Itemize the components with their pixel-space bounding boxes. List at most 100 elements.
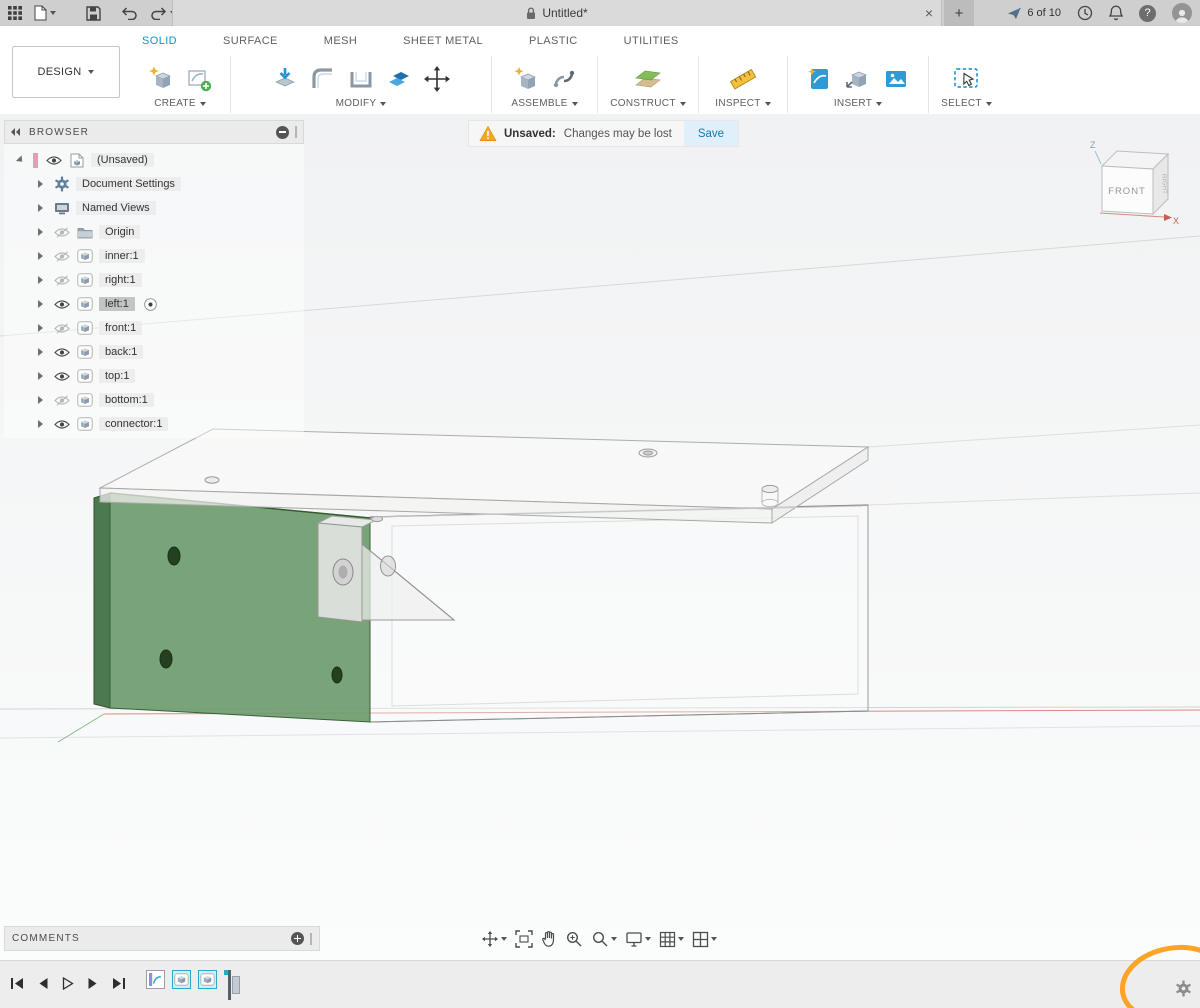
visibility-eye-off-icon[interactable]: [53, 395, 71, 406]
browser-item-label[interactable]: connector:1: [99, 417, 168, 431]
avatar[interactable]: [1172, 3, 1192, 23]
expand-caret-icon[interactable]: [38, 420, 43, 428]
workspace-switcher[interactable]: DESIGN: [12, 46, 120, 98]
insert-derive-icon[interactable]: [844, 65, 872, 93]
create-sketch-icon[interactable]: [185, 65, 213, 93]
assemble-dropdown[interactable]: ASSEMBLE: [511, 98, 577, 109]
app-grid-icon[interactable]: [8, 6, 22, 20]
visibility-eye-off-icon[interactable]: [53, 251, 71, 262]
expand-caret-icon[interactable]: [38, 396, 43, 404]
browser-item-named-views[interactable]: Named Views: [4, 196, 304, 220]
browser-item-right[interactable]: right:1: [4, 268, 304, 292]
zoom-tool[interactable]: [565, 930, 583, 948]
browser-item-top[interactable]: top:1: [4, 364, 304, 388]
visibility-eye-icon[interactable]: [53, 347, 71, 358]
expand-caret-icon[interactable]: [38, 276, 43, 284]
expand-caret-icon[interactable]: [38, 324, 43, 332]
comments-panel[interactable]: COMMENTS: [4, 926, 320, 951]
grid-settings-tool[interactable]: [659, 931, 684, 948]
combine-icon[interactable]: [385, 65, 413, 93]
insert-canvas-icon[interactable]: [882, 65, 910, 93]
browser-item-label[interactable]: bottom:1: [99, 393, 154, 407]
help-icon[interactable]: ?: [1139, 5, 1156, 22]
construct-plane-icon[interactable]: [633, 65, 663, 93]
new-component-icon[interactable]: [147, 65, 175, 93]
tab-surface[interactable]: SURFACE: [223, 35, 278, 47]
save-icon[interactable]: [86, 6, 101, 21]
tab-plastic[interactable]: PLASTIC: [529, 35, 578, 47]
inspect-dropdown[interactable]: INSPECT: [715, 98, 770, 109]
step-back-icon[interactable]: [37, 977, 49, 990]
activate-component-radio[interactable]: [143, 297, 158, 312]
browser-item-document-settings[interactable]: Document Settings: [4, 172, 304, 196]
select-dropdown[interactable]: SELECT: [941, 98, 992, 109]
joint-icon[interactable]: [550, 65, 578, 93]
assemble-new-component-icon[interactable]: [512, 65, 540, 93]
browser-item-inner[interactable]: inner:1: [4, 244, 304, 268]
visibility-eye-icon[interactable]: [53, 371, 71, 382]
expand-caret-icon[interactable]: [38, 300, 43, 308]
job-status[interactable]: 6 of 10: [1007, 7, 1061, 20]
expand-caret-icon[interactable]: [38, 372, 43, 380]
timeline-feature-component-1[interactable]: [172, 970, 191, 989]
browser-item-label[interactable]: inner:1: [99, 249, 145, 263]
browser-item-label[interactable]: (Unsaved): [91, 153, 154, 167]
browser-item-label[interactable]: top:1: [99, 369, 135, 383]
modify-dropdown[interactable]: MODIFY: [336, 98, 387, 109]
select-icon[interactable]: [952, 65, 982, 93]
measure-icon[interactable]: [728, 65, 758, 93]
visibility-eye-icon[interactable]: [53, 299, 71, 310]
view-cube[interactable]: Z FRONT RIGHT X: [1084, 136, 1184, 231]
expand-caret-icon[interactable]: [38, 204, 43, 212]
expand-caret-icon[interactable]: [38, 228, 43, 236]
comments-scrollbar[interactable]: [310, 933, 312, 945]
close-tab-icon[interactable]: ×: [925, 0, 933, 26]
browser-item-label[interactable]: front:1: [99, 321, 142, 335]
browser-item-label[interactable]: Document Settings: [76, 177, 181, 191]
timeline-feature-sketch[interactable]: [146, 970, 165, 989]
fit-view-tool[interactable]: [515, 930, 533, 948]
browser-item-left[interactable]: left:1: [4, 292, 304, 316]
browser-scrollbar[interactable]: [295, 126, 297, 138]
zoom-window-tool[interactable]: [591, 930, 617, 948]
tab-utilities[interactable]: UTILITIES: [624, 35, 679, 47]
pan-tool[interactable]: [541, 930, 557, 948]
browser-item-bottom[interactable]: bottom:1: [4, 388, 304, 412]
construct-dropdown[interactable]: CONSTRUCT: [610, 98, 685, 109]
new-tab-button[interactable]: +: [944, 0, 974, 26]
timeline-feature-component-2[interactable]: [198, 970, 217, 989]
browser-header[interactable]: BROWSER: [4, 120, 304, 144]
browser-item-label[interactable]: left:1: [99, 297, 135, 311]
timeline-settings-gear-icon[interactable]: [1175, 980, 1192, 997]
expand-caret-icon[interactable]: [38, 180, 43, 188]
browser-item-origin[interactable]: Origin: [4, 220, 304, 244]
move-copy-icon[interactable]: [423, 65, 451, 93]
browser-item-back[interactable]: back:1: [4, 340, 304, 364]
viewports-tool[interactable]: [692, 931, 717, 948]
timeline-playhead[interactable]: [228, 970, 240, 1000]
insert-dropdown[interactable]: INSERT: [834, 98, 882, 109]
create-dropdown[interactable]: CREATE: [154, 98, 206, 109]
model-canvas[interactable]: Unsaved: Changes may be lost Save BROWSE…: [0, 114, 1200, 960]
save-button[interactable]: Save: [684, 121, 738, 146]
collapse-panel-icon[interactable]: [11, 128, 21, 136]
add-comment-icon[interactable]: [291, 932, 304, 945]
browser-item-connector[interactable]: connector:1: [4, 412, 304, 436]
browser-item-label[interactable]: right:1: [99, 273, 142, 287]
visibility-eye-off-icon[interactable]: [53, 323, 71, 334]
panel-minimize-icon[interactable]: [276, 126, 289, 139]
expand-caret-icon[interactable]: [16, 155, 25, 164]
shell-icon[interactable]: [347, 65, 375, 93]
notification-clock-icon[interactable]: [1077, 5, 1093, 21]
visibility-eye-icon[interactable]: [53, 419, 71, 430]
step-forward-icon[interactable]: [87, 977, 99, 990]
press-pull-icon[interactable]: [271, 65, 299, 93]
skip-to-end-icon[interactable]: [112, 977, 126, 990]
orbit-tool[interactable]: [481, 930, 507, 948]
browser-item-label[interactable]: Origin: [99, 225, 140, 239]
expand-caret-icon[interactable]: [38, 252, 43, 260]
tab-solid[interactable]: SOLID: [142, 35, 177, 47]
visibility-eye-icon[interactable]: [45, 155, 63, 166]
browser-item-label[interactable]: back:1: [99, 345, 143, 359]
fillet-icon[interactable]: [309, 65, 337, 93]
